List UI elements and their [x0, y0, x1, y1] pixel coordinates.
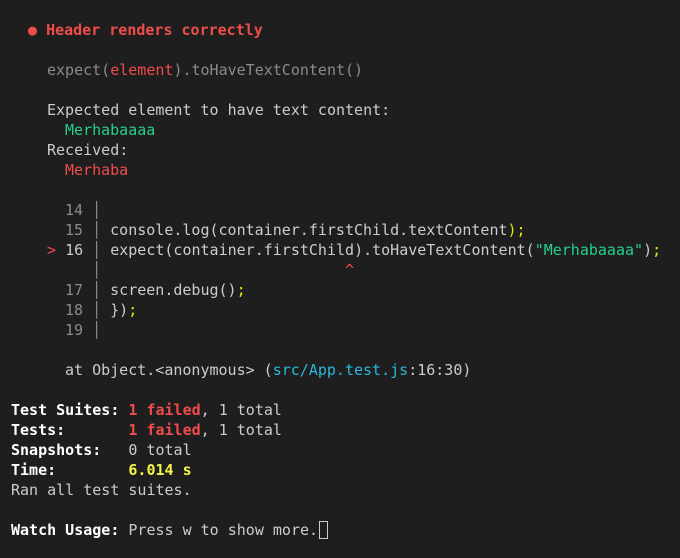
code-line-18: 18 │ }); [65, 301, 138, 319]
summary-time: Time: 6.014 s [11, 461, 192, 479]
failed-test-title: ● Header renders correctly [28, 20, 263, 40]
stack-file-link[interactable]: src/App.test.js [273, 361, 408, 379]
summary-ran: Ran all test suites. [11, 481, 192, 499]
code-line-15: 15 │ console.log(container.firstChild.te… [65, 221, 526, 239]
matcher-hint: expect(element).toHaveTextContent() [47, 61, 364, 79]
line-number: 14 [65, 201, 84, 219]
error-caret-icon: ^ [344, 261, 354, 279]
summary-suites: Test Suites: 1 failed, 1 total [11, 401, 282, 419]
line-number: 19 [65, 321, 84, 339]
error-line-marker-icon: > [47, 241, 57, 259]
code-line-16: > 16 │ expect(container.firstChild).toHa… [47, 241, 662, 259]
stack-trace: at Object.<anonymous> (src/App.test.js:1… [65, 361, 472, 379]
code-line-19: 19 │ [65, 321, 102, 339]
fail-bullet-icon: ● [28, 21, 38, 39]
test-name: Header renders correctly [46, 21, 263, 39]
terminal-cursor[interactable] [319, 521, 329, 539]
code-line-14: 14 │ [65, 201, 102, 219]
received-value: Merhaba [65, 161, 129, 179]
matcher-received: element [110, 61, 174, 79]
line-number: 18 [65, 301, 84, 319]
expected-value: Merhabaaaa [65, 121, 156, 139]
caret-line: │ ^ [65, 261, 354, 279]
terminal-window[interactable]: ● Header renders correctly expect(elemen… [0, 0, 680, 558]
line-number: 17 [65, 281, 84, 299]
expected-label: Expected element to have text content: [47, 101, 391, 119]
summary-snapshots: Snapshots: 0 total [11, 441, 192, 459]
summary-tests: Tests: 1 failed, 1 total [11, 421, 282, 439]
string-literal: "Merhabaaaa" [534, 241, 644, 259]
code-line-17: 17 │ screen.debug(); [65, 281, 246, 299]
line-number: 16 [65, 241, 84, 259]
line-number: 15 [65, 221, 84, 239]
watch-usage[interactable]: Watch Usage: Press w to show more. [11, 520, 329, 540]
received-label: Received: [47, 141, 129, 159]
